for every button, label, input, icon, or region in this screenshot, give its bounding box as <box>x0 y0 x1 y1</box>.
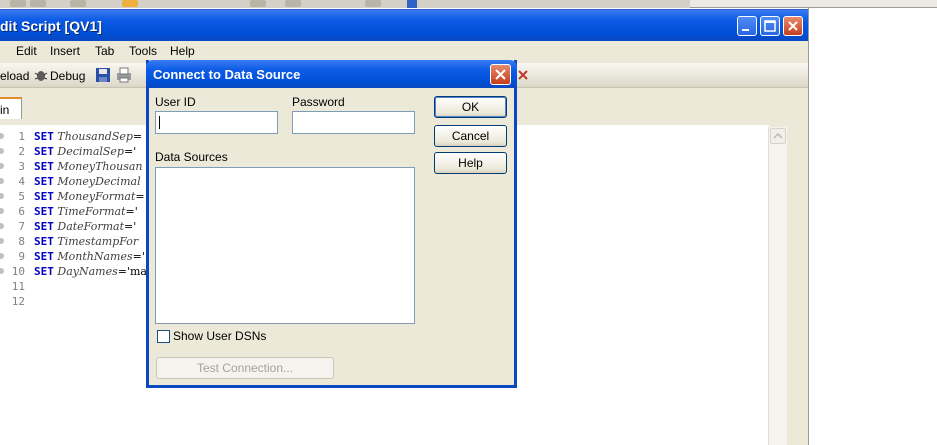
code-line: SET MoneyThousan <box>34 160 143 173</box>
minimize-button[interactable] <box>737 16 757 36</box>
dropdown-arrow-icon[interactable] <box>407 0 417 8</box>
line-marker <box>0 193 4 199</box>
dialog-close-button[interactable] <box>490 64 511 85</box>
code-line: SET MoneyFormat= <box>34 190 145 203</box>
user-id-input[interactable] <box>155 111 278 134</box>
connect-data-source-dialog: Connect to Data Source User ID Password … <box>146 60 517 388</box>
save-icon[interactable] <box>95 67 111 83</box>
password-input[interactable] <box>292 111 415 134</box>
line-number: 5 <box>18 190 25 203</box>
cancel-button[interactable]: Cancel <box>434 125 507 147</box>
close-button[interactable] <box>783 16 803 36</box>
line-marker <box>0 238 4 244</box>
user-id-label: User ID <box>155 95 196 109</box>
toolbar-icon <box>285 0 301 7</box>
code-line: SET DateFormat=' <box>34 220 137 233</box>
line-marker <box>0 223 4 229</box>
reload-button[interactable]: eload <box>0 69 29 83</box>
line-number: 7 <box>18 220 25 233</box>
line-marker <box>0 178 4 184</box>
code-line: SET ThousandSep= <box>34 130 143 143</box>
bug-icon <box>33 67 49 83</box>
password-label: Password <box>292 95 345 109</box>
line-marker <box>0 253 4 259</box>
maximize-button[interactable] <box>760 16 780 36</box>
line-number: 2 <box>18 145 25 158</box>
window-titlebar: dit Script [QV1] <box>0 9 808 42</box>
line-marker <box>0 208 4 214</box>
line-number: 10 <box>11 265 25 278</box>
line-number: 8 <box>18 235 25 248</box>
background-toolbar-strip <box>0 0 937 8</box>
code-line: SET TimeFormat=' <box>34 205 138 218</box>
toolbar-icon <box>122 0 138 7</box>
line-number: 1 <box>18 130 25 143</box>
tab-label: in <box>0 103 10 117</box>
tab-main[interactable]: in <box>0 97 22 119</box>
window-title: dit Script [QV1] <box>0 18 102 34</box>
line-number: 11 <box>11 280 25 293</box>
line-number: 12 <box>11 295 25 308</box>
toolbar-icon <box>10 0 26 7</box>
print-icon[interactable] <box>116 67 132 83</box>
line-marker <box>0 133 4 139</box>
menu-edit[interactable]: Edit <box>16 44 37 58</box>
toolbar-icon <box>70 0 86 7</box>
ok-button[interactable]: OK <box>434 96 507 118</box>
data-sources-label: Data Sources <box>155 150 228 164</box>
line-number: 3 <box>18 160 25 173</box>
show-user-dsns-checkbox[interactable] <box>157 330 170 343</box>
line-number: 9 <box>18 250 25 263</box>
text-caret <box>159 116 160 129</box>
data-sources-list[interactable] <box>155 167 415 324</box>
code-line: SET MoneyDecimal <box>34 175 141 188</box>
line-marker <box>0 163 4 169</box>
scroll-up-arrow-icon[interactable] <box>770 128 786 144</box>
background-pane <box>690 0 937 8</box>
toolbar-icon <box>30 0 46 7</box>
background-canvas <box>808 8 937 445</box>
code-line: SET DecimalSep=' <box>34 145 137 158</box>
line-number: 4 <box>18 175 25 188</box>
code-line: SET DayNames='ma <box>34 265 147 278</box>
vertical-scrollbar[interactable] <box>768 127 787 445</box>
line-marker <box>0 268 4 274</box>
line-number-gutter: 1 2 3 4 5 6 7 8 9 10 11 12 <box>0 125 30 445</box>
menu-insert[interactable]: Insert <box>50 44 80 58</box>
line-marker <box>0 148 4 154</box>
test-connection-button[interactable]: Test Connection... <box>156 357 334 379</box>
line-number: 6 <box>18 205 25 218</box>
dialog-title: Connect to Data Source <box>153 67 301 82</box>
menu-bar: Edit Insert Tab Tools Help <box>0 41 808 61</box>
menu-help[interactable]: Help <box>170 44 195 58</box>
dialog-titlebar: Connect to Data Source <box>146 60 517 88</box>
menu-tools[interactable]: Tools <box>129 44 157 58</box>
toolbar-icon <box>365 0 381 7</box>
show-user-dsns-label[interactable]: Show User DSNs <box>173 329 266 343</box>
debug-button[interactable]: Debug <box>50 69 85 83</box>
toolbar-icon <box>250 0 266 7</box>
code-line: SET MonthNames=' <box>34 250 145 263</box>
help-button[interactable]: Help <box>434 152 507 174</box>
delete-icon[interactable] <box>515 67 531 83</box>
code-line: SET TimestampFor <box>34 235 139 248</box>
menu-tab[interactable]: Tab <box>95 44 114 58</box>
